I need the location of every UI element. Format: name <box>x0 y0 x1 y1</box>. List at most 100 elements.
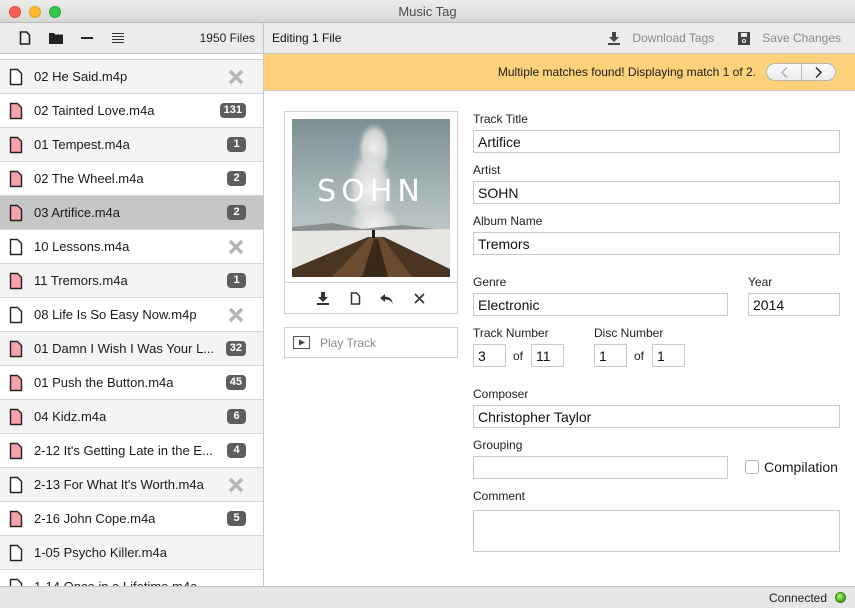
file-icon <box>9 544 23 561</box>
play-track-button[interactable]: Play Track <box>284 327 458 358</box>
title-bar: Music Tag <box>0 0 855 23</box>
file-list-item[interactable]: 2-13 For What It's Worth.m4a <box>0 468 263 502</box>
file-list-item[interactable]: 03 Artifice.m4a 2 <box>0 196 263 230</box>
list-icon[interactable] <box>107 27 129 49</box>
file-list[interactable]: 02 He Said.m4p 02 Tainted Love.m4a 131 01 T… <box>0 54 264 586</box>
files-toolbar: 1950 Files <box>0 23 264 54</box>
match-count-badge: 2 <box>227 205 246 220</box>
file-list-item[interactable]: 01 Damn I Wish I Was Your L... 32 <box>0 332 263 366</box>
zoom-window-button[interactable] <box>49 6 61 18</box>
file-icon <box>9 102 23 119</box>
composer-label: Composer <box>473 387 529 401</box>
load-artwork-button[interactable] <box>346 290 364 308</box>
close-window-button[interactable] <box>9 6 21 18</box>
disc-of-label: of <box>634 349 645 363</box>
file-name: 10 Lessons.m4a <box>34 239 130 254</box>
compilation-label: Compilation <box>764 459 838 475</box>
file-name: 01 Damn I Wish I Was Your L... <box>34 341 215 356</box>
match-count-badge: 6 <box>227 409 246 424</box>
file-icon <box>9 340 23 357</box>
artist-label: Artist <box>473 163 501 177</box>
disc-total-input[interactable] <box>652 344 685 367</box>
track-number-input[interactable] <box>473 344 506 367</box>
compilation-checkbox-box[interactable] <box>745 460 759 474</box>
track-number-label: Track Number <box>473 326 549 340</box>
file-list-item[interactable]: 1-05 Psycho Killer.m4a <box>0 536 263 570</box>
file-list-item[interactable]: 04 Kidz.m4a 6 <box>0 400 263 434</box>
album-artwork[interactable]: SOHN <box>292 119 450 277</box>
minimize-window-button[interactable] <box>29 6 41 18</box>
file-icon <box>9 238 23 255</box>
next-match-button[interactable] <box>801 64 835 80</box>
remove-artwork-button[interactable] <box>410 290 428 308</box>
file-list-item[interactable]: 02 Tainted Love.m4a 131 <box>0 94 263 128</box>
genre-input[interactable] <box>473 293 728 316</box>
artist-input[interactable] <box>473 181 840 204</box>
connection-indicator-icon <box>835 592 846 603</box>
status-bar: Connected <box>0 586 855 608</box>
close-icon <box>413 293 425 304</box>
file-icon <box>9 68 23 85</box>
match-count-badge: 5 <box>227 511 246 526</box>
no-match-icon <box>226 475 246 495</box>
save-changes-button[interactable]: Save Changes <box>738 31 841 45</box>
file-list-item[interactable]: 2-16 John Cope.m4a 5 <box>0 502 263 536</box>
artwork-panel: SOHN <box>284 111 458 314</box>
genre-label: Genre <box>473 275 507 289</box>
save-changes-label: Save Changes <box>762 31 841 45</box>
file-list-item[interactable]: 1-14 Once in a Lifetime.m4a <box>0 570 263 586</box>
comment-input[interactable] <box>473 510 840 552</box>
file-list-item[interactable]: 02 He Said.m4p <box>0 60 263 94</box>
matches-banner: Multiple matches found! Displaying match… <box>264 54 855 91</box>
file-name: 02 The Wheel.m4a <box>34 171 144 186</box>
file-icon <box>9 476 23 493</box>
window-title: Music Tag <box>398 4 457 19</box>
year-input[interactable] <box>748 293 840 316</box>
remove-icon[interactable] <box>76 27 98 49</box>
file-icon <box>9 136 23 153</box>
file-icon <box>9 510 23 527</box>
add-file-icon[interactable] <box>14 27 36 49</box>
editor-toolbar: Editing 1 File Download Tags Save Change… <box>264 23 855 54</box>
file-list-item[interactable]: 10 Lessons.m4a <box>0 230 263 264</box>
file-list-item[interactable]: 2-12 It's Getting Late in the E... 4 <box>0 434 263 468</box>
file-name: 11 Tremors.m4a <box>34 273 128 288</box>
add-folder-icon[interactable] <box>45 27 67 49</box>
compilation-checkbox[interactable]: Compilation <box>745 459 838 475</box>
year-label: Year <box>748 275 773 289</box>
window-controls <box>9 6 61 18</box>
file-icon <box>9 442 23 459</box>
file-icon <box>9 170 23 187</box>
file-list-item[interactable]: 08 Life Is So Easy Now.m4p <box>0 298 263 332</box>
composer-input[interactable] <box>473 405 840 428</box>
match-count-badge: 4 <box>227 443 246 458</box>
album-input[interactable] <box>473 232 840 255</box>
download-tags-button[interactable]: Download Tags <box>608 31 714 45</box>
track-title-input[interactable] <box>473 130 840 153</box>
disc-number-input[interactable] <box>594 344 627 367</box>
file-list-item[interactable]: 02 The Wheel.m4a 2 <box>0 162 263 196</box>
file-list-item[interactable]: 01 Push the Button.m4a 45 <box>0 366 263 400</box>
file-list-item[interactable]: 01 Tempest.m4a 1 <box>0 128 263 162</box>
file-name: 01 Tempest.m4a <box>34 137 130 152</box>
track-total-input[interactable] <box>531 344 564 367</box>
file-icon <box>9 408 23 425</box>
file-icon <box>9 374 23 391</box>
no-match-icon <box>226 237 246 257</box>
file-name: 04 Kidz.m4a <box>34 409 107 424</box>
file-name: 2-13 For What It's Worth.m4a <box>34 477 204 492</box>
match-count-badge: 45 <box>225 375 246 390</box>
play-icon <box>293 336 310 349</box>
revert-artwork-button[interactable] <box>378 290 396 308</box>
disc-number-label: Disc Number <box>594 326 664 340</box>
chevron-right-icon <box>815 66 822 78</box>
previous-match-button[interactable] <box>767 64 801 80</box>
file-name: 1-14 Once in a Lifetime.m4a <box>34 579 253 586</box>
file-list-item[interactable]: 11 Tremors.m4a 1 <box>0 264 263 298</box>
banner-message: Multiple matches found! Displaying match… <box>497 65 756 79</box>
artwork-text: SOHN <box>317 174 425 209</box>
download-artwork-button[interactable] <box>314 290 332 308</box>
grouping-input[interactable] <box>473 456 728 479</box>
download-tags-label: Download Tags <box>632 31 715 45</box>
file-icon <box>350 292 360 305</box>
